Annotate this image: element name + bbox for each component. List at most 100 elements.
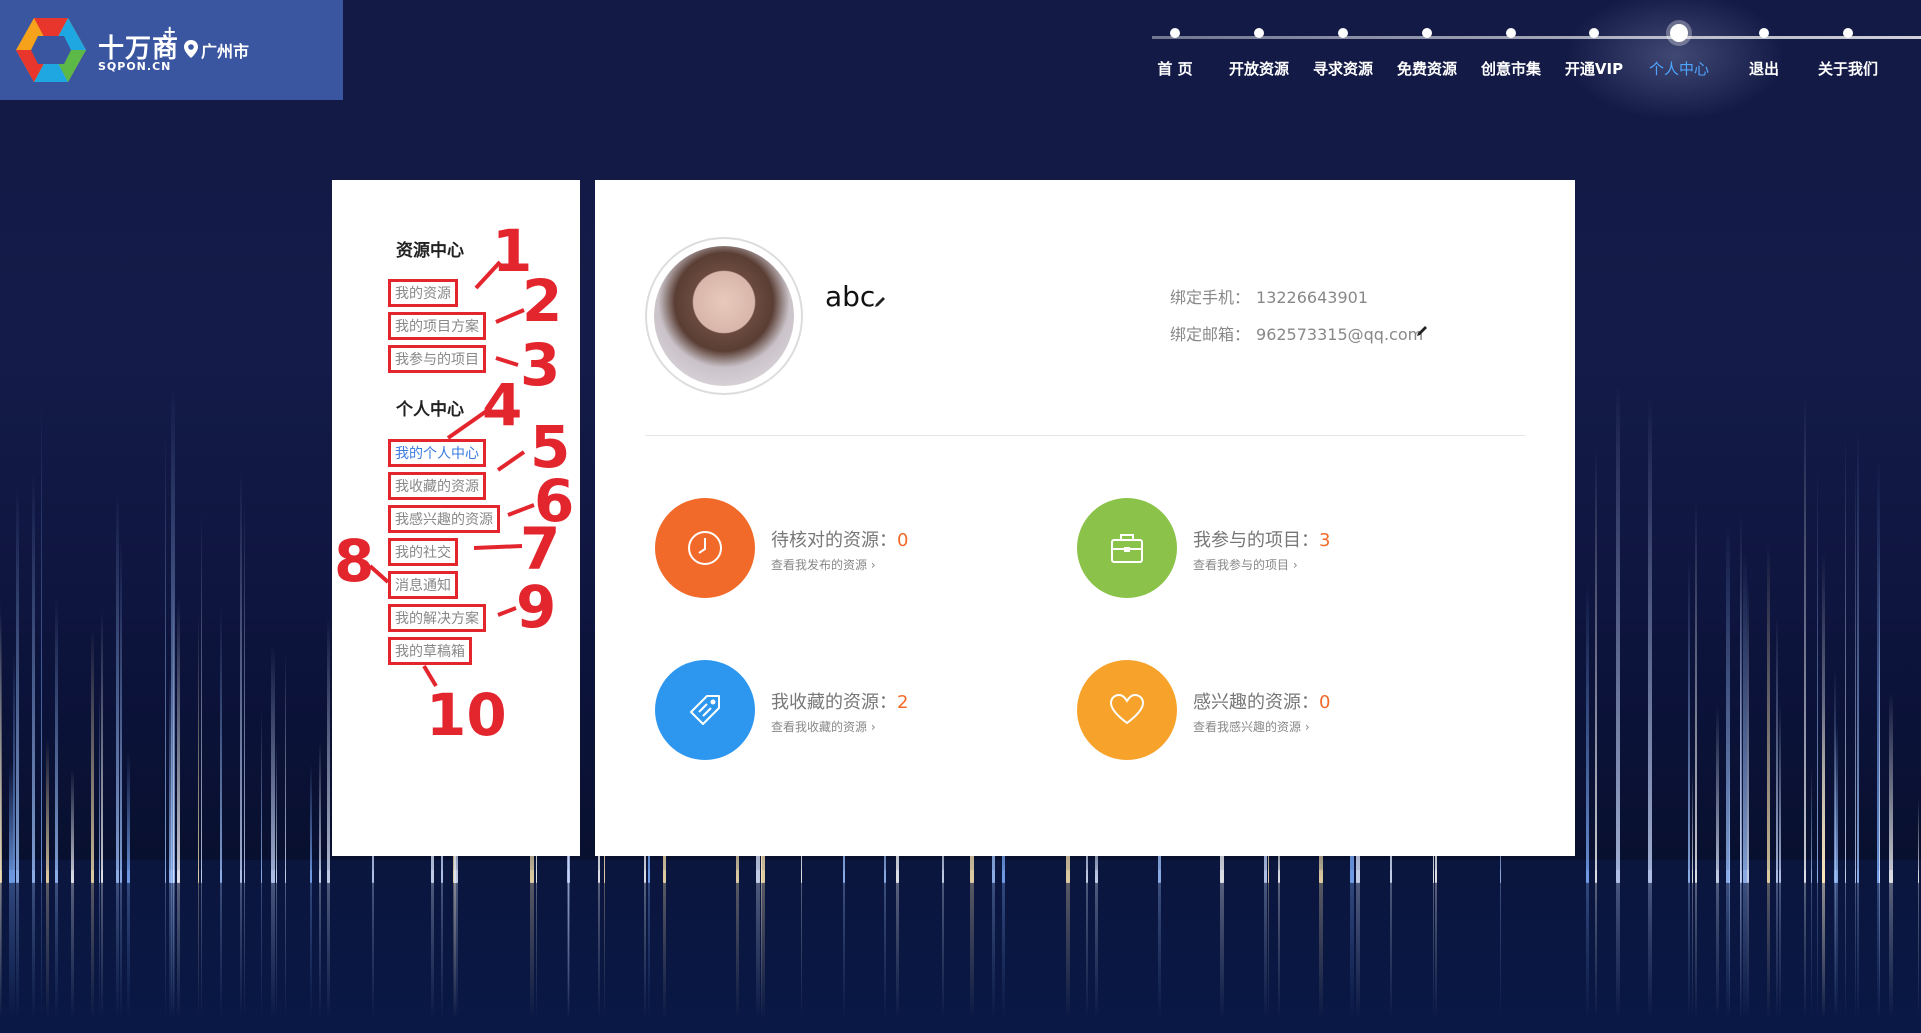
nav-dot [1338, 28, 1348, 38]
nav-label: 创意市集 [1480, 60, 1541, 78]
light-streak [1845, 436, 1846, 883]
streak-reflection [1278, 870, 1280, 1020]
sidebar-item-notifications[interactable]: 消息通知 [388, 571, 458, 599]
streak-reflection [1692, 870, 1693, 1020]
streak-reflection [169, 870, 172, 1020]
streak-reflection [1433, 870, 1434, 1020]
streak-reflection [454, 870, 458, 1020]
sidebar-item-my-resources[interactable]: 我的资源 [388, 279, 458, 307]
nav-item-2[interactable]: 寻求资源 [1298, 28, 1388, 79]
nav-item-1[interactable]: 开放资源 [1214, 28, 1304, 79]
streak-reflection [1855, 870, 1856, 1020]
nav-dot [1670, 24, 1688, 42]
stat-label: 感兴趣的资源： [1193, 692, 1319, 713]
stat-title: 我收藏的资源：2 [771, 688, 908, 714]
annotation-2: 2 [522, 267, 563, 335]
light-streak [1811, 766, 1812, 883]
nav-item-0[interactable]: 首 页 [1130, 28, 1220, 79]
heart-icon [1109, 693, 1145, 725]
light-streak [173, 585, 174, 883]
city-selector[interactable]: 广州市 [201, 38, 249, 62]
location-pin-icon [184, 40, 198, 58]
sidebar-item-drafts[interactable]: 我的草稿箱 [388, 637, 472, 665]
streak-reflection [261, 870, 262, 1020]
streak-reflection [116, 870, 119, 1020]
nav-item-4[interactable]: 创意市集 [1466, 28, 1556, 79]
streak-reflection [1889, 870, 1893, 1020]
nav-dot [1254, 28, 1264, 38]
view-joined-projects-link[interactable]: 查看我参与的项目 › [1193, 556, 1298, 573]
phone-value: 13226643901 [1256, 288, 1368, 307]
streak-reflection [127, 870, 130, 1020]
sidebar-item-my-social[interactable]: 我的社交 [388, 538, 458, 566]
nav-dot [1589, 28, 1599, 38]
light-streak [41, 401, 42, 883]
streak-reflection [1158, 870, 1161, 1020]
view-favorited-resources-link[interactable]: 查看我收藏的资源 › [771, 718, 876, 735]
light-streak [1767, 543, 1770, 883]
light-streak [13, 652, 15, 883]
nav-dot [1506, 28, 1516, 38]
logo-area[interactable]: 十万商 + SQPON.CN 广州市 [0, 0, 343, 100]
nav-dot [1170, 28, 1180, 38]
edit-email-icon[interactable] [1415, 324, 1429, 338]
stat-favorited-resources[interactable]: 我收藏的资源：2 查看我收藏的资源 › [655, 660, 1035, 760]
light-streak [201, 515, 202, 883]
stat-label: 我参与的项目： [1193, 530, 1319, 551]
nav-item-6[interactable]: 个人中心 [1634, 24, 1724, 79]
light-streak [198, 613, 199, 883]
sidebar-item-interested-resources[interactable]: 我感兴趣的资源 [388, 505, 500, 533]
username: abc [825, 280, 876, 313]
sidebar-item-joined-projects[interactable]: 我参与的项目 [388, 345, 486, 373]
view-published-resources-link[interactable]: 查看我发布的资源 › [771, 556, 876, 573]
stat-title: 我参与的项目：3 [1193, 526, 1330, 552]
streak-reflection [1776, 870, 1778, 1020]
sidebar-item-my-solutions[interactable]: 我的解决方案 [388, 604, 486, 632]
stat-pending-resources[interactable]: 待核对的资源：0 查看我发布的资源 › [655, 498, 1035, 598]
light-streak [1648, 397, 1652, 883]
streak-reflection [1688, 870, 1690, 1020]
light-streak [177, 596, 180, 883]
stat-joined-projects[interactable]: 我参与的项目：3 查看我参与的项目 › [1077, 498, 1457, 598]
streak-reflection [1390, 870, 1392, 1020]
streak-reflection [285, 870, 286, 1020]
streak-reflection [327, 870, 330, 1020]
sidebar-item-my-personal-center[interactable]: 我的个人中心 [388, 439, 486, 467]
light-streak [1779, 703, 1781, 883]
streak-reflection [1747, 870, 1749, 1020]
nav-item-3[interactable]: 免费资源 [1382, 28, 1472, 79]
email-info: 绑定邮箱： 962573315@qq.com [1170, 321, 1423, 345]
light-streak [71, 769, 74, 883]
sidebar-item-my-project-plans[interactable]: 我的项目方案 [388, 312, 486, 340]
sidebar-item-favorited-resources[interactable]: 我收藏的资源 [388, 472, 486, 500]
streak-reflection [1918, 870, 1919, 1020]
light-streak [127, 751, 130, 883]
nav-item-8[interactable]: 关于我们 [1803, 28, 1893, 79]
edit-username-icon[interactable] [873, 295, 887, 309]
nav-label: 退出 [1748, 60, 1779, 78]
sidebar-section-resource-center: 资源中心 [396, 241, 464, 261]
streak-reflection [165, 870, 166, 1020]
nav-item-5[interactable]: 开通VIP [1549, 28, 1639, 79]
nav-item-7[interactable]: 退出 [1719, 28, 1809, 79]
avatar[interactable] [654, 246, 794, 386]
streak-reflection [431, 870, 434, 1020]
nav-dot [1422, 28, 1432, 38]
light-streak [1822, 703, 1825, 883]
nav-label: 开通VIP [1564, 60, 1624, 78]
streak-reflection [101, 870, 103, 1020]
light-streak [1857, 431, 1859, 883]
nav-label: 免费资源 [1396, 60, 1457, 78]
streak-reflection [1804, 870, 1806, 1020]
view-interested-resources-link[interactable]: 查看我感兴趣的资源 › [1193, 718, 1310, 735]
streak-reflection [896, 870, 899, 1020]
streak-reflection [1879, 870, 1880, 1020]
streak-reflection [1779, 870, 1781, 1020]
annotation-8: 8 [334, 527, 375, 595]
streak-reflection [271, 870, 275, 1020]
stat-interested-resources[interactable]: 感兴趣的资源：0 查看我感兴趣的资源 › [1077, 660, 1457, 760]
light-streak [16, 486, 19, 883]
streak-reflection [1857, 870, 1859, 1020]
streak-reflection [756, 870, 760, 1020]
annotation-7: 7 [520, 515, 561, 583]
